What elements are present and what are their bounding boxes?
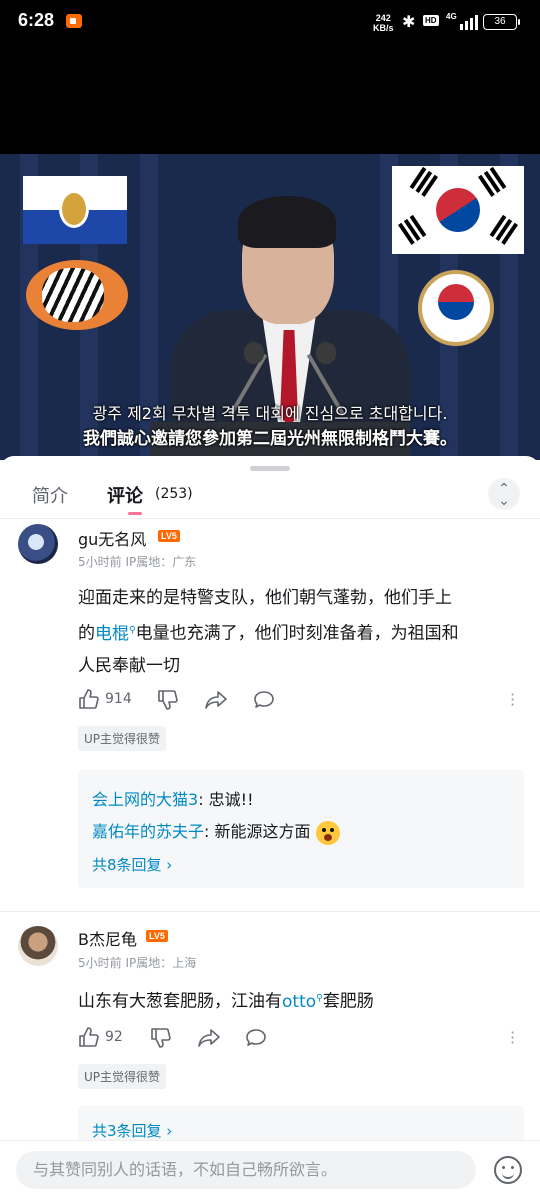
search-icon: ⚲ [129, 625, 136, 635]
reply-preview-box[interactable]: 会上网的大猫3: 忠诚!! 嘉佑年的苏夫子: 新能源这方面 共8条回复 › [78, 770, 524, 888]
comment-input-bar: 与其赞同别人的话语，不如自己畅所欲言。 [0, 1140, 540, 1200]
keyword-link-text[interactable]: otto [282, 992, 316, 1012]
shocked-emoji-icon [315, 820, 340, 845]
tab-comments[interactable]: 评论 [107, 482, 143, 508]
comment-username[interactable]: B杰尼龟 [78, 926, 137, 950]
network-speed: 242 KB/s [373, 13, 394, 33]
thumbs-down-icon[interactable] [157, 689, 179, 711]
comment-meta: 5小时前 IP属地：广东 [78, 555, 197, 569]
comment-text-line: 迎面走来的是特警支队，他们朝气蓬勃，他们手上 [78, 588, 452, 608]
comment-text-part: 山东有大葱套肥肠，江油有 [78, 991, 282, 1012]
like-count: 914 [105, 691, 132, 707]
comment-count: (253) [155, 486, 193, 502]
comment-text-part: 套肥肠 [322, 991, 374, 1012]
status-time: 6:28 [18, 10, 55, 30]
government-seal-image [418, 270, 494, 346]
more-options-icon[interactable]: · · · [510, 1025, 515, 1051]
keyword-link-text[interactable]: 电棍 [95, 624, 129, 644]
up-liked-tag: UP主觉得很赞 [78, 726, 167, 751]
level-badge: LV5 [146, 930, 168, 942]
chevron-down-icon: ⌄ [498, 493, 510, 509]
keyword-link[interactable]: 电棍⚲ [95, 624, 136, 644]
thumbs-up-icon[interactable] [78, 1026, 100, 1048]
comment-text-part: 的 [78, 623, 95, 644]
comment-username[interactable]: gu无名风 [78, 526, 146, 550]
view-replies-link[interactable]: 共3条回复 › [92, 1120, 172, 1141]
thumbs-up-icon[interactable] [78, 688, 100, 710]
police-flag-image [23, 176, 127, 244]
drag-handle[interactable] [250, 466, 290, 471]
reply-text: : 忠诚!! [198, 790, 254, 809]
emoji-icon[interactable] [494, 1156, 522, 1184]
video-player[interactable]: 광주 제2회 무차별 격투 대회에 진심으로 초대합니다. 我們誠心邀請您參加第… [0, 44, 540, 460]
comment-text: 迎面走来的是特警支队，他们朝气蓬勃，他们手上 的电棍⚲电量也充满了，他们时刻准备… [78, 582, 518, 682]
divider [0, 518, 540, 519]
more-options-icon[interactable]: · · · [510, 687, 515, 713]
active-tab-indicator [128, 512, 142, 515]
comment-text: 山东有大葱套肥肠，江油有otto⚲套肥肠 [78, 982, 518, 1018]
avatar[interactable] [18, 524, 58, 564]
reply-text: : 新能源这方面 [204, 822, 311, 841]
thumbs-down-icon[interactable] [150, 1027, 172, 1049]
view-replies-link[interactable]: 共8条回复 › [92, 854, 172, 875]
share-icon[interactable] [197, 1027, 221, 1049]
subtitle-chinese: 我們誠心邀請您參加第二屆光州無限制格鬥大賽。 [83, 429, 457, 449]
reply-username[interactable]: 嘉佑年的苏夫子 [92, 822, 204, 841]
reply-item[interactable]: 会上网的大猫3: 忠诚!! [92, 786, 254, 810]
tiger-logo-image [26, 260, 128, 330]
reply-username[interactable]: 会上网的大猫3 [92, 790, 198, 809]
network-speed-value: 242 [375, 13, 391, 23]
tab-intro[interactable]: 简介 [32, 482, 68, 508]
comment-input[interactable]: 与其赞同别人的话语，不如自己畅所欲言。 [16, 1151, 476, 1189]
comment-meta: 5小时前 IP属地：上海 [78, 956, 197, 970]
network-type: 4G [446, 12, 457, 21]
keyword-link[interactable]: otto⚲ [282, 992, 323, 1012]
level-badge: LV5 [158, 530, 180, 542]
reply-icon[interactable] [244, 1027, 268, 1049]
like-count: 92 [105, 1029, 123, 1045]
comment-panel: 简介 评论 (253) ⌃ ⌄ gu无名风 LV5 5小时前 IP属地：广东 迎面… [0, 456, 540, 1200]
bluetooth-icon: ✱ [402, 12, 416, 31]
signal-icon: 4G [446, 12, 478, 30]
network-speed-unit: KB/s [373, 23, 394, 33]
comment-text-line: 人民奉献一切 [78, 655, 180, 676]
video-frame[interactable]: 광주 제2회 무차별 격투 대회에 진심으로 초대합니다. 我們誠心邀請您參加第… [0, 154, 540, 460]
search-icon: ⚲ [316, 993, 323, 1003]
korean-flag-image [392, 166, 524, 254]
subtitle-korean: 광주 제2회 무차별 격투 대회에 진심으로 초대합니다. [92, 404, 448, 423]
status-bar: 6:28 242 KB/s ✱ HD 4G 36 [0, 0, 540, 44]
hd-icon: HD [423, 15, 439, 26]
reply-icon[interactable] [252, 689, 276, 711]
battery-icon: 36 [483, 14, 520, 30]
comment-text-line: 的电棍⚲电量也充满了，他们时刻准备着，为祖国和 [78, 614, 518, 650]
up-liked-tag: UP主觉得很赞 [78, 1064, 167, 1089]
share-icon[interactable] [204, 689, 228, 711]
divider [0, 911, 540, 912]
sort-toggle-button[interactable]: ⌃ ⌄ [488, 478, 520, 510]
avatar[interactable] [18, 926, 58, 966]
reply-item[interactable]: 嘉佑年的苏夫子: 新能源这方面 [92, 818, 340, 845]
video-app-icon [66, 14, 82, 28]
comment-text-part: 电量也充满了，他们时刻准备着，为祖国和 [135, 623, 459, 644]
